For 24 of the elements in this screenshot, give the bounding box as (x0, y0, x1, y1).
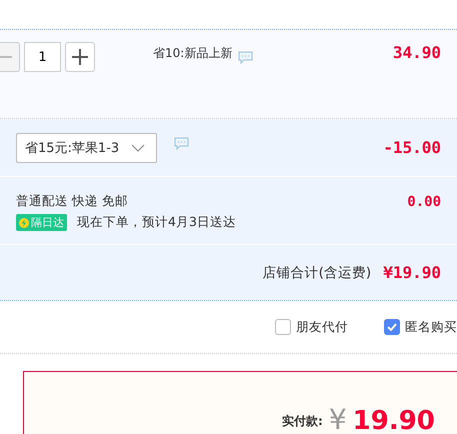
item-price: 34.90 (392, 43, 441, 62)
payment-amount: 19.90 (352, 408, 435, 434)
checkbox-label: 朋友代付 (296, 318, 348, 336)
shop-total-amount: ¥19.90 (383, 263, 441, 282)
shop-total-label: 店铺合计(含运费) (262, 264, 372, 282)
discount-amount: -15.00 (383, 138, 441, 157)
coupon-select[interactable]: 省15元:苹果1-3 (16, 132, 157, 162)
chevron-down-icon (131, 144, 146, 152)
check-icon (387, 323, 397, 331)
checkbox[interactable] (275, 319, 291, 335)
delivery-estimate: 现在下单，预计4月3日送达 (77, 214, 236, 231)
checkbox[interactable] (384, 319, 400, 335)
quantity-field[interactable]: 1 (24, 42, 61, 72)
message-icon[interactable] (174, 137, 189, 150)
plus-icon (72, 49, 88, 65)
delivery-method: 普通配送 快递 免邮 (16, 193, 129, 210)
payment-label: 实付款: (282, 413, 323, 430)
next-day-badge: 隔日达 (16, 214, 67, 231)
promo-text: 省10:新品上新 (153, 45, 232, 62)
checkbox-label: 匿名购买 (405, 318, 457, 336)
message-icon[interactable] (238, 51, 254, 64)
increase-button[interactable] (65, 42, 95, 72)
shipping-fee: 0.00 (407, 194, 441, 210)
currency-symbol: ¥ (328, 406, 347, 434)
